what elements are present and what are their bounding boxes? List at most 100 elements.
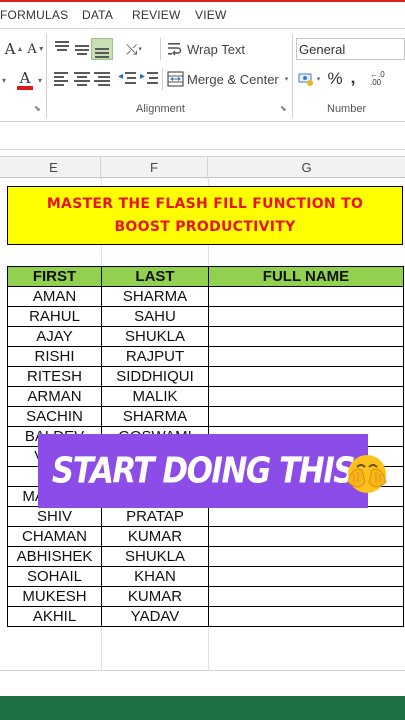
- increase-decimal-button[interactable]: ←.0 .00: [370, 68, 404, 90]
- cell-first[interactable]: MUKESH: [7, 586, 102, 607]
- wrap-text-label: Wrap Text: [187, 41, 246, 57]
- tab-data[interactable]: DATA: [82, 8, 113, 22]
- cell-full-name[interactable]: [208, 326, 404, 347]
- header-full-name[interactable]: FULL NAME: [208, 266, 404, 287]
- title-cell[interactable]: MASTER THE FLASH FILL FUNCTION TO BOOST …: [7, 186, 403, 245]
- cell-full-name[interactable]: [208, 606, 404, 627]
- cell-first[interactable]: RISHI: [7, 346, 102, 367]
- decrease-indent-icon[interactable]: ◂: [118, 70, 138, 88]
- cell-last[interactable]: SHUKLA: [101, 326, 209, 347]
- column-header-g[interactable]: G: [208, 157, 405, 179]
- tab-view[interactable]: VIEW: [195, 8, 226, 22]
- grow-font-label: A: [4, 40, 16, 58]
- worksheet-grid[interactable]: MASTER THE FLASH FILL FUNCTION TO BOOST …: [0, 178, 405, 670]
- align-right-icon[interactable]: [92, 70, 112, 88]
- tab-formulas[interactable]: FORMULAS: [0, 8, 68, 22]
- promo-text: START DOING THIS: [51, 450, 356, 492]
- cell-full-name[interactable]: [208, 506, 404, 527]
- wrap-text-button[interactable]: Wrap Text: [167, 38, 247, 60]
- column-header-e[interactable]: E: [7, 157, 101, 179]
- cell-last[interactable]: RAJPUT: [101, 346, 209, 367]
- comma-style-button[interactable]: ‚: [346, 66, 360, 88]
- cell-first[interactable]: ARMAN: [7, 386, 102, 407]
- cell-first[interactable]: SOHAIL: [7, 566, 102, 587]
- cell-full-name[interactable]: [208, 286, 404, 307]
- header-first[interactable]: FIRST: [7, 266, 102, 287]
- status-bar: [0, 696, 405, 720]
- align-center-icon[interactable]: [72, 70, 92, 88]
- number-format-value: General: [299, 41, 346, 57]
- table-row: CHAMAN KUMAR: [7, 526, 404, 547]
- tab-review[interactable]: REVIEW: [132, 8, 181, 22]
- cell-last[interactable]: SAHU: [101, 306, 209, 327]
- cell-first[interactable]: AJAY: [7, 326, 102, 347]
- ribbon-group-divider: [292, 34, 293, 118]
- cell-full-name[interactable]: [208, 526, 404, 547]
- number-format-select[interactable]: General: [296, 38, 405, 60]
- title-line-1: MASTER THE FLASH FILL FUNCTION TO: [46, 195, 364, 212]
- merge-center-button[interactable]: Merge & Center ▾: [167, 68, 289, 90]
- shrink-font-button[interactable]: A ▼: [26, 38, 46, 60]
- cell-last[interactable]: YADAV: [101, 606, 209, 627]
- cell-first[interactable]: SHIV: [7, 506, 102, 527]
- cell-last[interactable]: PRATAP: [101, 506, 209, 527]
- formula-bar[interactable]: [0, 122, 405, 150]
- ribbon-tab-divider: [0, 28, 405, 29]
- increase-indent-icon[interactable]: ▸: [140, 70, 160, 88]
- table-row: SACHIN SHARMA: [7, 406, 404, 427]
- cell-first[interactable]: CHAMAN: [7, 526, 102, 547]
- face-with-hand-over-mouth-icon: [347, 455, 387, 493]
- cell-last[interactable]: KHAN: [101, 566, 209, 587]
- font-color-dropdown[interactable]: ▾: [36, 72, 44, 88]
- cell-full-name[interactable]: [208, 406, 404, 427]
- top-align-icon[interactable]: [52, 40, 72, 58]
- cell-first[interactable]: RAHUL: [7, 306, 102, 327]
- cell-last[interactable]: SHARMA: [101, 406, 209, 427]
- font-color-label: A: [19, 69, 31, 87]
- cell-last[interactable]: SHARMA: [101, 286, 209, 307]
- cell-full-name[interactable]: [208, 346, 404, 367]
- cell-first[interactable]: SACHIN: [7, 406, 102, 427]
- cell-last[interactable]: SIDDHIQUI: [101, 366, 209, 387]
- table-row: RITESH SIDDHIQUI: [7, 366, 404, 387]
- bottom-align-icon[interactable]: [91, 38, 113, 60]
- ribbon-inline-divider: [160, 38, 161, 60]
- ribbon-inline-divider: [162, 68, 163, 90]
- cell-full-name[interactable]: [208, 586, 404, 607]
- cell-first[interactable]: RITESH: [7, 366, 102, 387]
- cell-first[interactable]: AKHIL: [7, 606, 102, 627]
- orientation-button[interactable]: ⤯ ▾: [120, 38, 148, 60]
- grow-font-button[interactable]: A ▲: [4, 38, 24, 60]
- table-row: RISHI RAJPUT: [7, 346, 404, 367]
- number-group-label: Number: [327, 103, 367, 115]
- cell-first[interactable]: ABHISHEK: [7, 546, 102, 567]
- percent-style-button[interactable]: %: [325, 68, 345, 90]
- cell-full-name[interactable]: [208, 386, 404, 407]
- cell-last[interactable]: KUMAR: [101, 526, 209, 547]
- ribbon-tab-bar: FORMULAS DATA REVIEW VIEW: [0, 6, 405, 26]
- table-row: AJAY SHUKLA: [7, 326, 404, 347]
- font-color-button[interactable]: A: [14, 68, 36, 92]
- cell-last[interactable]: KUMAR: [101, 586, 209, 607]
- cell-full-name[interactable]: [208, 546, 404, 567]
- alignment-dialog-launcher-icon[interactable]: ⬊: [280, 104, 287, 113]
- middle-align-icon[interactable]: [72, 40, 92, 58]
- fill-color-dropdown[interactable]: ▾: [0, 70, 8, 90]
- cell-last[interactable]: SHUKLA: [101, 546, 209, 567]
- cell-full-name[interactable]: [208, 366, 404, 387]
- cell-full-name[interactable]: [208, 566, 404, 587]
- caret-up-icon: ▲: [16, 45, 24, 53]
- ribbon: FORMULAS DATA REVIEW VIEW A ▲ A ▼ ▾ A ▾ ⤯ ▾: [0, 0, 405, 122]
- column-header-f[interactable]: F: [101, 157, 208, 179]
- shrink-font-label: A: [27, 41, 37, 57]
- cell-last[interactable]: MALIK: [101, 386, 209, 407]
- table-row: AKHIL YADAV: [7, 606, 404, 627]
- accounting-format-button[interactable]: ▾: [296, 69, 322, 89]
- table-row: AMAN SHARMA: [7, 286, 404, 307]
- cell-first[interactable]: AMAN: [7, 286, 102, 307]
- cell-full-name[interactable]: [208, 306, 404, 327]
- header-last[interactable]: LAST: [101, 266, 209, 287]
- align-left-icon[interactable]: [52, 70, 72, 88]
- column-headers: E F G: [0, 156, 405, 179]
- font-dialog-launcher-icon[interactable]: ⬊: [34, 104, 41, 113]
